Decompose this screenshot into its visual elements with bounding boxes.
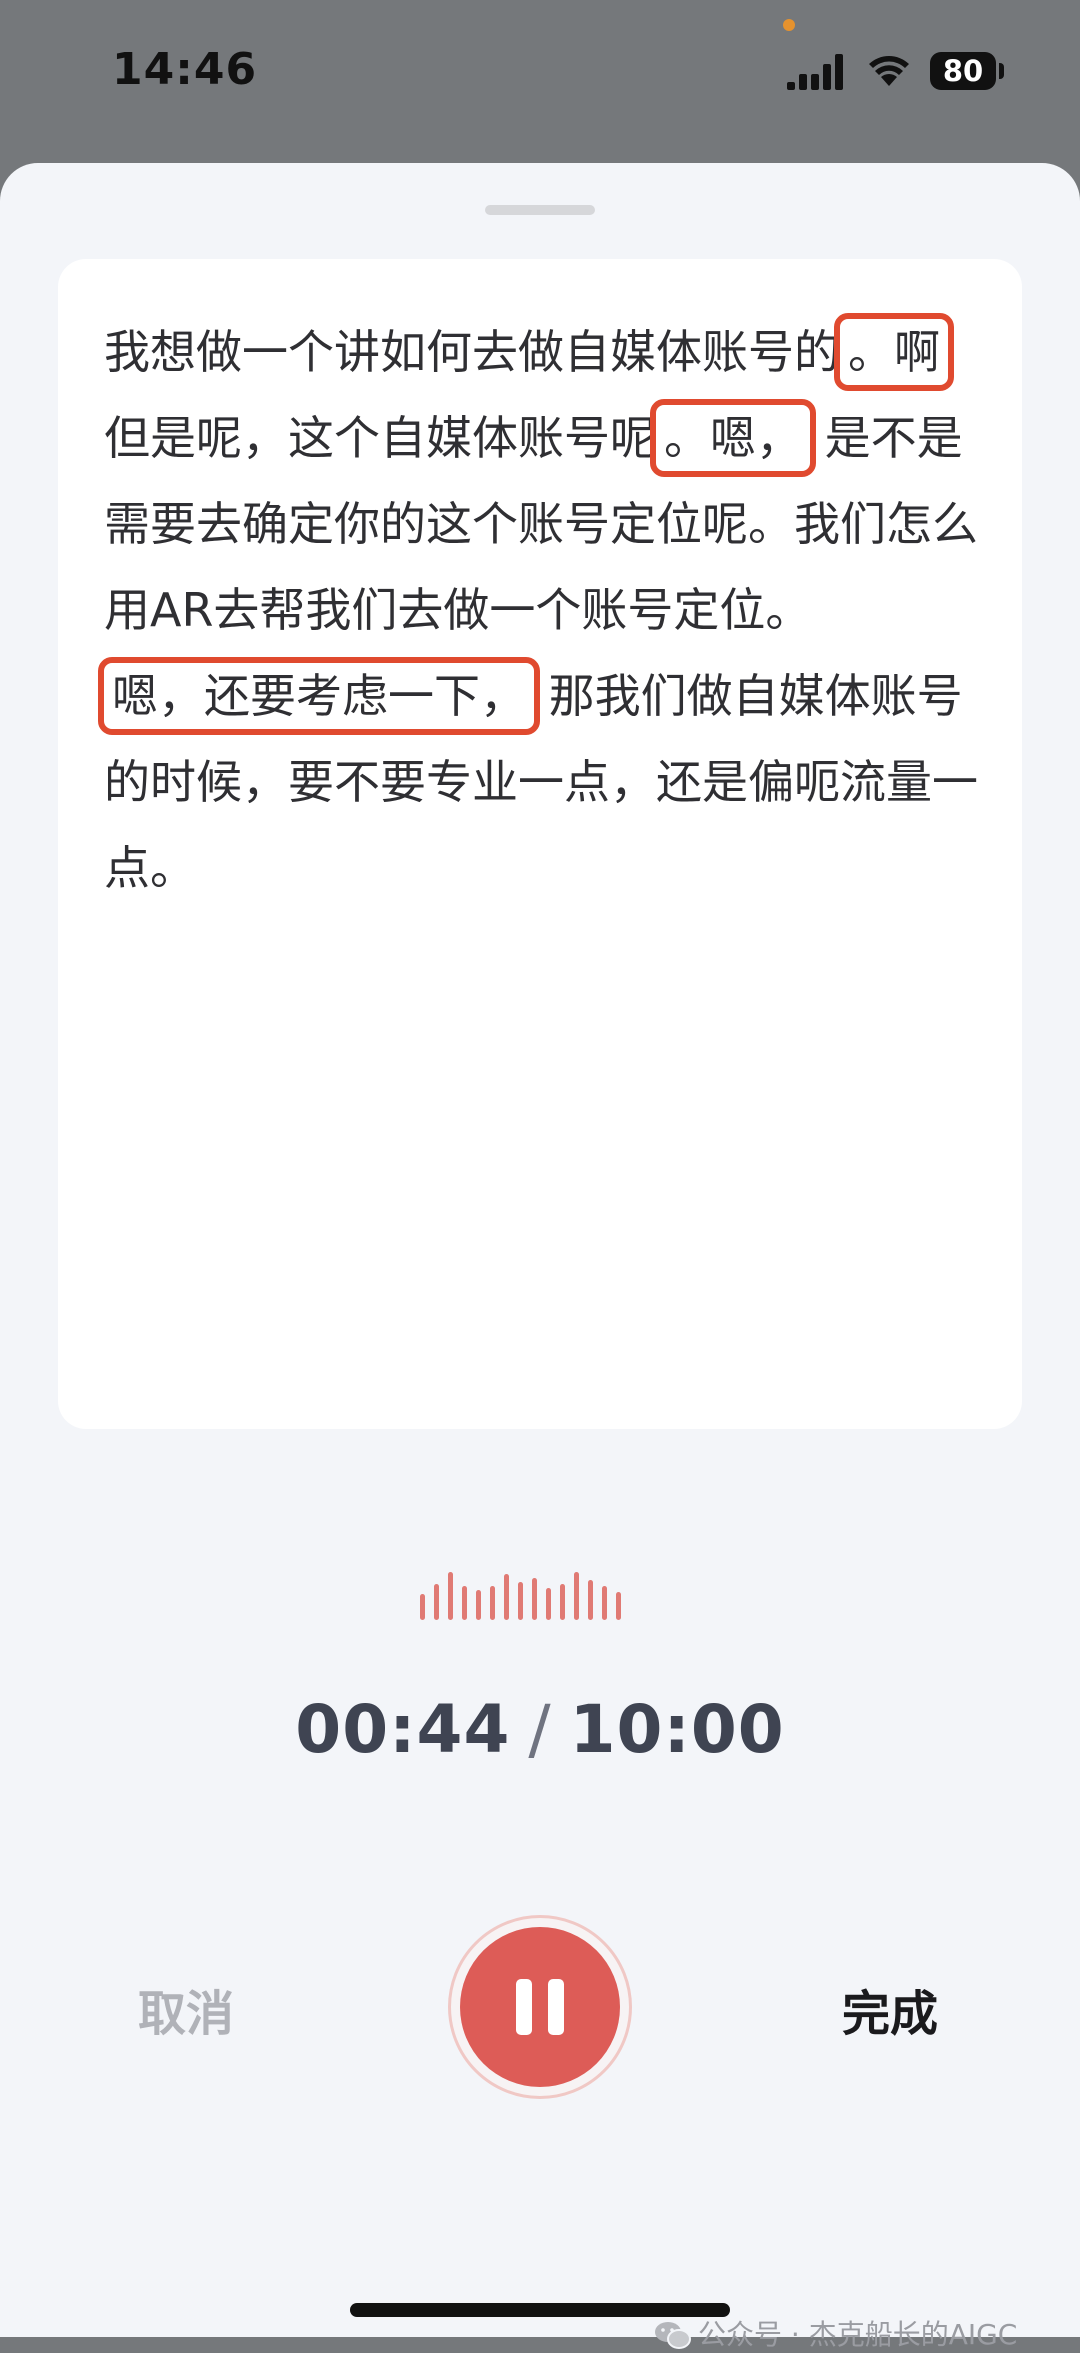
cellular-signal-icon xyxy=(787,54,843,90)
pause-icon xyxy=(516,1979,532,2035)
pause-button[interactable] xyxy=(460,1927,620,2087)
status-time: 14:46 xyxy=(112,44,258,95)
elapsed-time: 00:44 xyxy=(295,1691,511,1768)
audio-waveform-icon xyxy=(420,1572,621,1620)
highlighted-filler-segment: 。嗯， xyxy=(650,399,816,477)
battery-icon: 80 xyxy=(930,52,996,90)
watermark-text: 公众号 · 杰克船长的AIGC xyxy=(698,2318,1018,2351)
sheet-grabber[interactable] xyxy=(485,205,595,215)
transcript-segment: 但是呢，这个自媒体账号呢 xyxy=(104,411,656,465)
done-button[interactable]: 完成 xyxy=(842,1974,938,2044)
status-bar: 14:46 80 xyxy=(0,0,1080,150)
transcript-card: 我想做一个讲如何去做自媒体账号的 。啊 但是呢，这个自媒体账号呢 。嗯， 是不是需要去… xyxy=(58,259,1022,1429)
recording-timer: 00:44/10:00 xyxy=(0,1691,1080,1768)
wifi-icon xyxy=(869,56,909,86)
wechat-icon xyxy=(655,2322,691,2349)
privacy-indicator-dot xyxy=(783,19,795,31)
timer-separator: / xyxy=(528,1691,552,1768)
highlighted-filler-segment: 嗯，还要考虑一下， xyxy=(98,657,540,735)
watermark: 公众号 · 杰克船长的AIGC xyxy=(654,2313,1017,2353)
time-limit: 10:00 xyxy=(569,1691,785,1768)
battery-cap xyxy=(999,63,1004,79)
transcript-segment: 我想做一个讲如何去做自媒体账号的 xyxy=(104,325,840,379)
highlighted-filler-segment: 。啊 xyxy=(834,313,954,391)
transcript-text: 我想做一个讲如何去做自媒体账号的 。啊 但是呢，这个自媒体账号呢 。嗯， 是不是需要去… xyxy=(98,309,982,911)
recording-sheet: 我想做一个讲如何去做自媒体账号的 。啊 但是呢，这个自媒体账号呢 。嗯， 是不是需要去… xyxy=(0,163,1080,2351)
pause-icon xyxy=(548,1979,564,2035)
cancel-button[interactable]: 取消 xyxy=(138,1974,234,2044)
home-indicator[interactable] xyxy=(350,2303,730,2317)
